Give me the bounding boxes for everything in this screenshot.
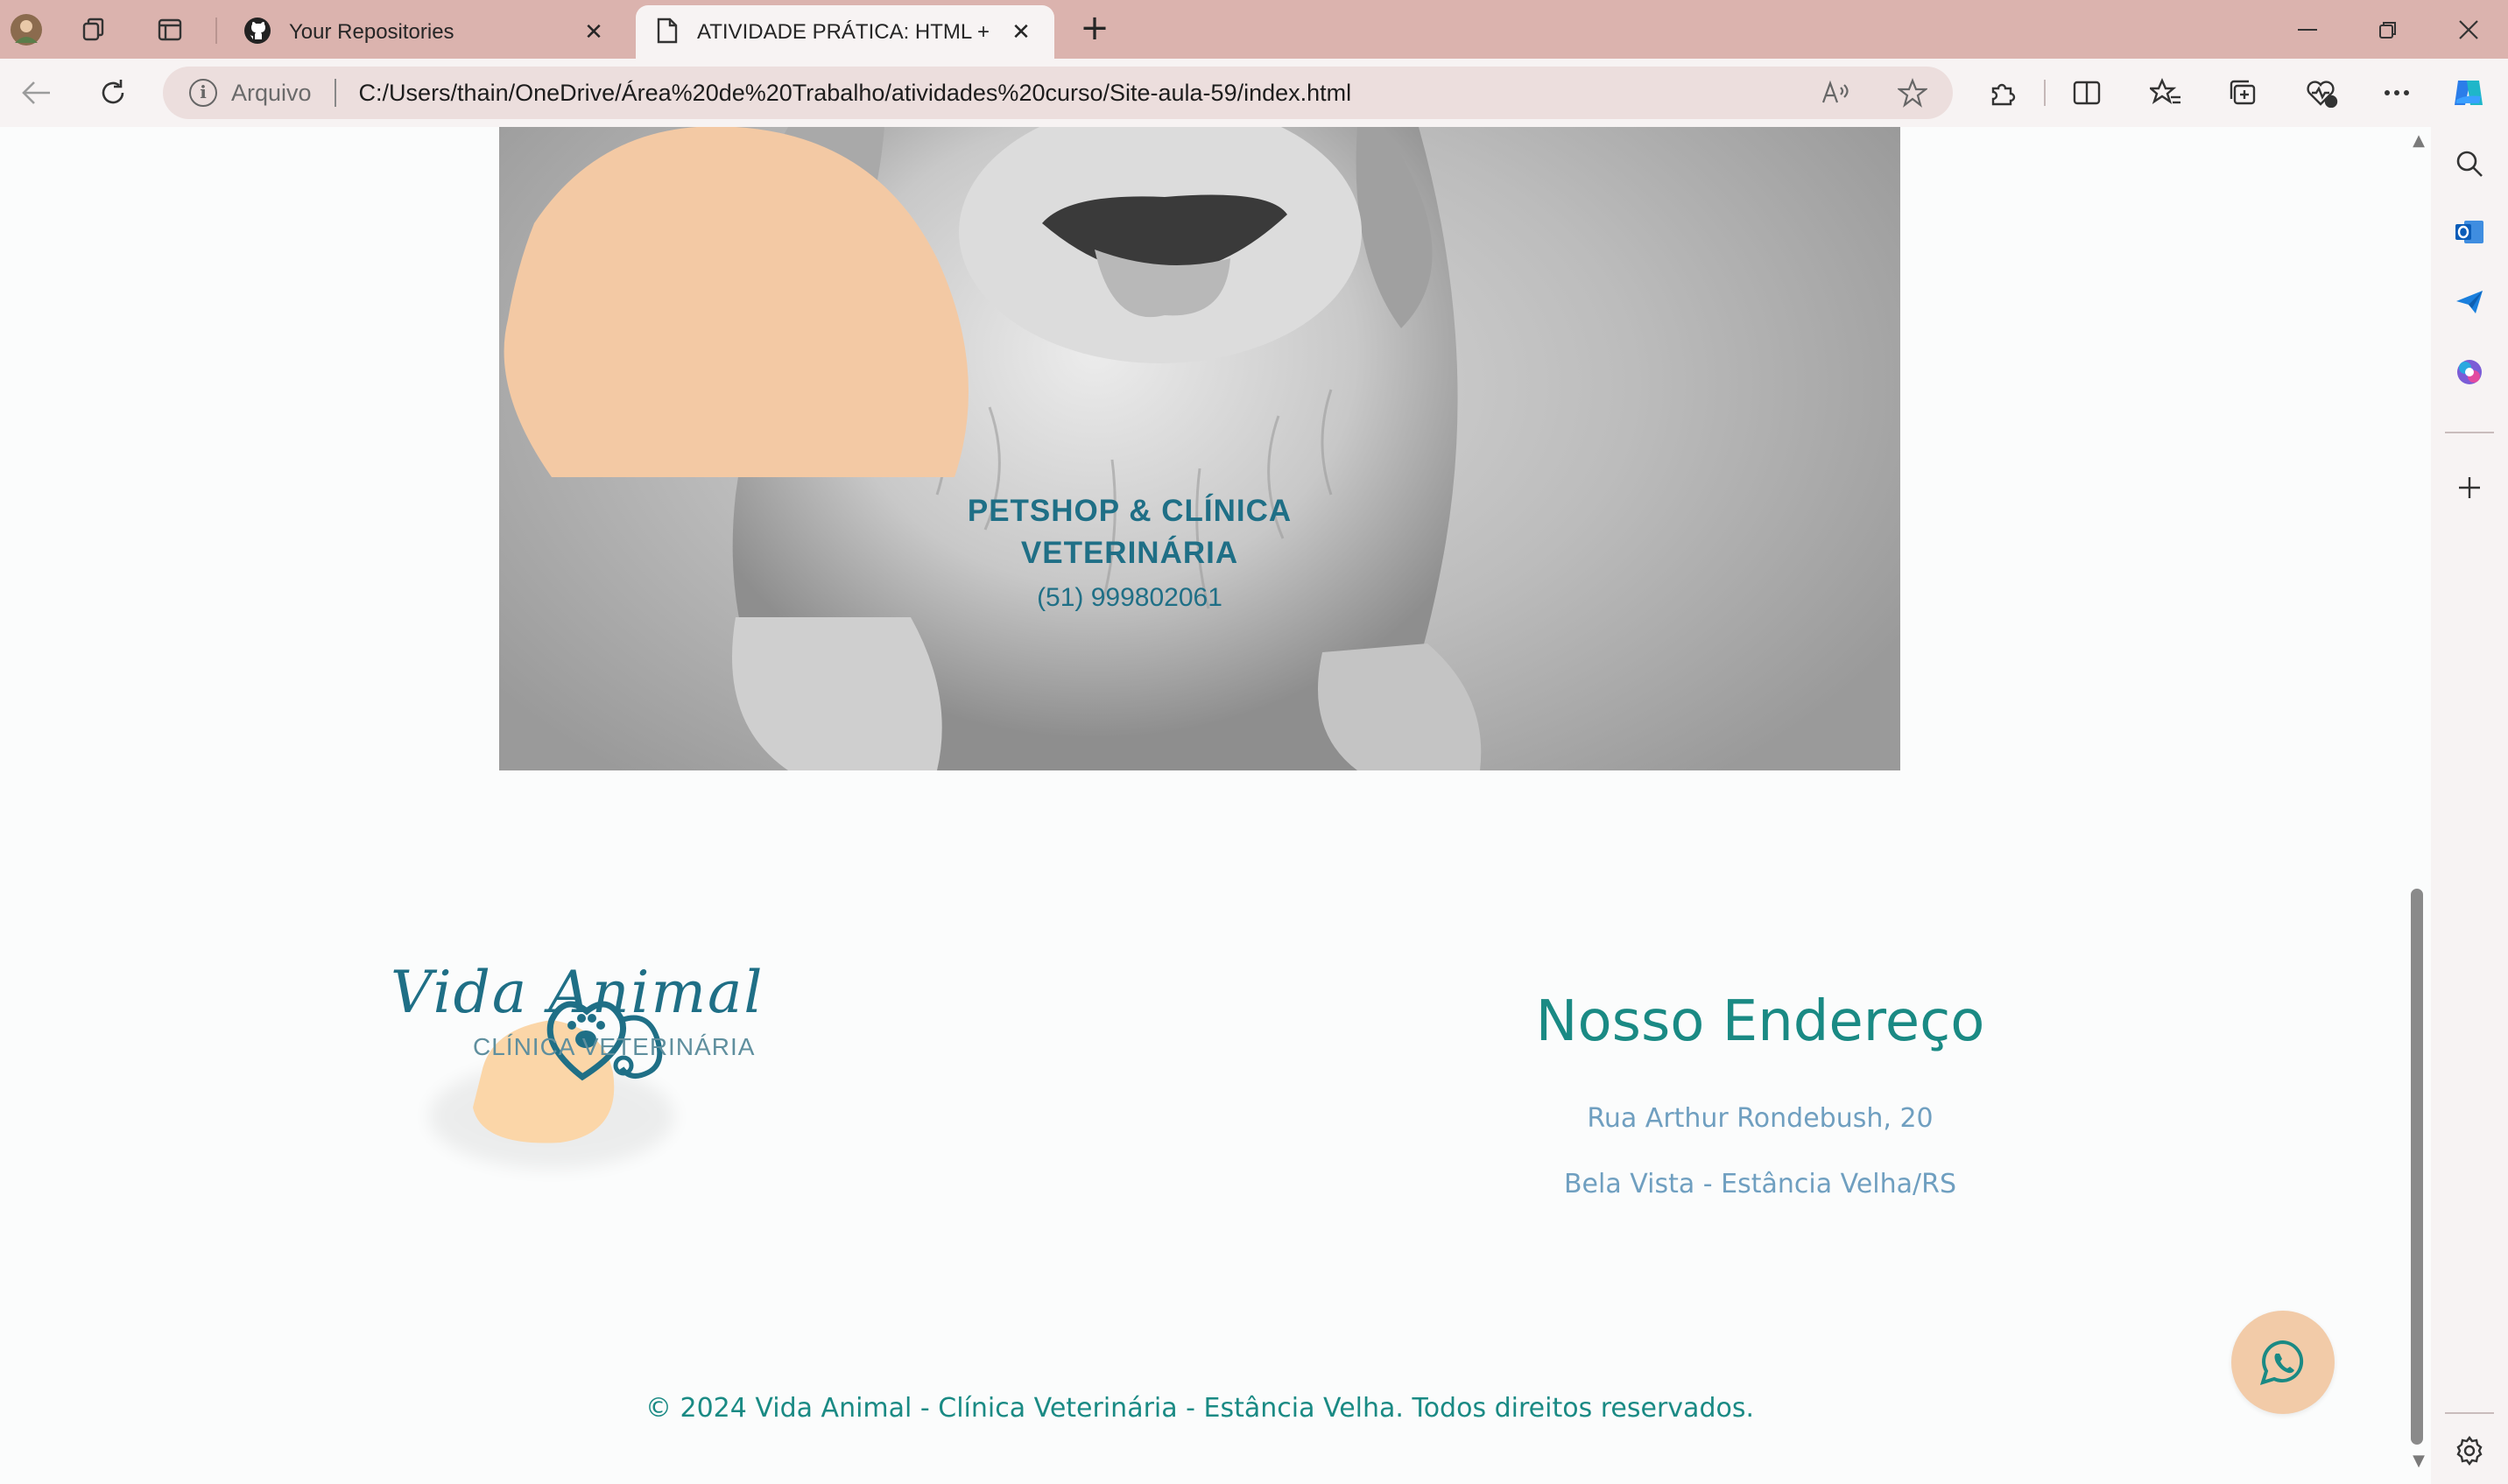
back-icon[interactable] <box>14 71 58 115</box>
toolbar-separator <box>2044 80 2046 106</box>
petshop-badge <box>504 127 969 477</box>
address-bar[interactable]: i Arquivo C:/Users/thain/OneDrive/Área%2… <box>163 67 1953 119</box>
page-viewport: PETSHOP & CLÍNICA VETERINÁRIA (51) 99980… <box>0 127 2431 1471</box>
logo-script-name: Vida Animal <box>391 959 764 1026</box>
minimize-button[interactable] <box>2268 7 2347 53</box>
new-tab-button[interactable]: + <box>1074 9 1116 51</box>
profile-icon[interactable] <box>7 11 46 49</box>
split-screen-icon[interactable] <box>2065 71 2109 115</box>
scroll-down-arrow[interactable]: ▼ <box>2408 1452 2429 1470</box>
read-aloud-icon[interactable] <box>1818 75 1853 110</box>
scroll-up-arrow[interactable]: ▲ <box>2408 131 2429 150</box>
url-scheme-label: Arquivo <box>231 79 312 106</box>
badge-phone: (51) 999802061 <box>1037 583 1222 612</box>
github-icon <box>243 17 271 48</box>
page-icon <box>655 17 680 48</box>
favorites-icon[interactable] <box>2144 71 2187 115</box>
browser-essentials-icon[interactable] <box>2300 71 2343 115</box>
address-street: Rua Arthur Rondebush, 20 <box>1587 1103 1934 1134</box>
workspaces-icon[interactable] <box>75 11 114 49</box>
search-icon[interactable] <box>2450 144 2489 183</box>
sidebar-divider <box>2445 432 2494 433</box>
favorite-star-icon[interactable] <box>1895 75 1930 110</box>
tab-label: Your Repositories <box>289 19 454 44</box>
browser-sidebar <box>2431 127 2508 1484</box>
send-icon[interactable] <box>2450 283 2489 321</box>
extensions-icon[interactable] <box>1981 71 2025 115</box>
office-icon[interactable] <box>2450 353 2489 391</box>
whatsapp-button[interactable] <box>2231 1311 2335 1414</box>
address-section-title: Nosso Endereço <box>1535 989 1985 1054</box>
tab-strip: Your Repositories ✕ ATIVIDADE PRÁTICA: H… <box>0 0 2508 59</box>
badge-line-1: PETSHOP & CLÍNICA <box>967 494 1293 528</box>
tab-label: ATIVIDADE PRÁTICA: HTML + CSS <box>697 19 990 44</box>
copilot-icon[interactable] <box>2447 71 2490 115</box>
url-text[interactable]: C:/Users/thain/OneDrive/Área%20de%20Trab… <box>359 80 1352 107</box>
badge-line-2: VETERINÁRIA <box>1020 536 1239 570</box>
address-city: Bela Vista - Estância Velha/RS <box>1563 1169 1957 1199</box>
browser-toolbar: i Arquivo C:/Users/thain/OneDrive/Área%2… <box>0 59 2508 127</box>
site-info-icon[interactable]: i <box>189 79 217 107</box>
add-icon[interactable] <box>2450 468 2489 507</box>
settings-icon[interactable] <box>2450 1431 2489 1470</box>
address-separator <box>334 79 336 107</box>
more-icon[interactable] <box>2375 71 2419 115</box>
collections-icon[interactable] <box>2221 71 2265 115</box>
badge-text: PETSHOP & CLÍNICA VETERINÁRIA (51) 99980… <box>928 490 1331 613</box>
tab-your-repositories[interactable]: Your Repositories ✕ <box>224 5 627 59</box>
scrollbar-thumb[interactable] <box>2411 889 2423 1445</box>
tab-close-button[interactable]: ✕ <box>580 19 608 46</box>
close-window-button[interactable] <box>2429 7 2508 53</box>
tab-close-button[interactable]: ✕ <box>1007 19 1035 46</box>
sidebar-divider <box>2445 1412 2494 1414</box>
footer-copyright: © 2024 Vida Animal - Clínica Veterinária… <box>645 1393 1755 1424</box>
outlook-icon[interactable] <box>2450 213 2489 251</box>
tab-separator <box>215 18 217 44</box>
logo-subtitle: CLÍNICA VETERINÁRIA <box>473 1033 756 1060</box>
whatsapp-icon <box>2259 1340 2304 1386</box>
tab-actions-icon[interactable] <box>151 11 189 49</box>
hero-banner-image: PETSHOP & CLÍNICA VETERINÁRIA (51) 99980… <box>499 127 1900 770</box>
tab-atividade-pratica[interactable]: ATIVIDADE PRÁTICA: HTML + CSS ✕ <box>636 5 1054 59</box>
refresh-icon[interactable] <box>91 71 135 115</box>
restore-button[interactable] <box>2349 7 2427 53</box>
